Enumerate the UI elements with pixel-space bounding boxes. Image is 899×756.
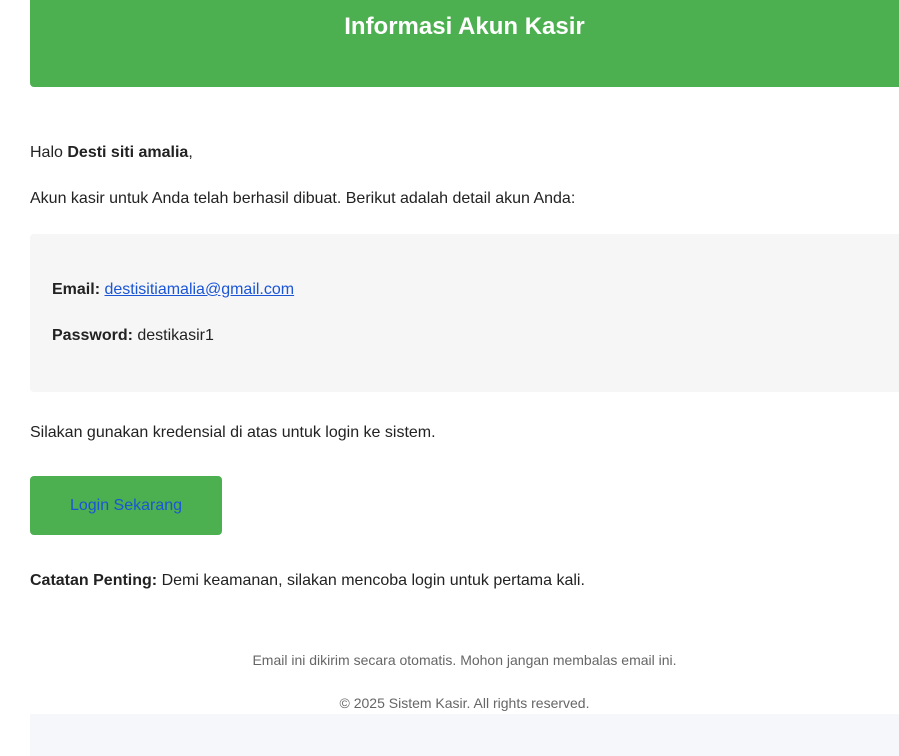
greeting: Halo Desti siti amalia, (30, 143, 193, 163)
greeting-suffix: , (188, 144, 193, 161)
email-page: Informasi Akun Kasir Halo Desti siti ama… (0, 0, 899, 756)
page-title: Informasi Akun Kasir (344, 13, 585, 40)
note-text: Demi keamanan, silakan mencoba login unt… (157, 572, 585, 589)
email-label: Email: (52, 281, 101, 298)
footer-copyright: © 2025 Sistem Kasir. All rights reserved… (339, 695, 590, 711)
footer-auto-message: Email ini dikirim secara otomatis. Mohon… (252, 652, 677, 668)
password-label: Password: (52, 327, 133, 344)
email-row: Email: destisitiamalia@gmail.com (52, 280, 294, 300)
email-link[interactable]: destisitiamalia@gmail.com (104, 281, 294, 298)
greeting-prefix: Halo (30, 144, 68, 161)
intro-text: Akun kasir untuk Anda telah berhasil dib… (30, 190, 576, 207)
password-row: Password: destikasir1 (52, 326, 214, 346)
footer-background (30, 714, 899, 756)
login-instruction: Silakan gunakan kredensial di atas untuk… (30, 424, 436, 441)
password-value: destikasir1 (137, 327, 214, 344)
note-label: Catatan Penting: (30, 572, 158, 589)
account-details-box: Email: destisitiamalia@gmail.com Passwor… (30, 234, 899, 392)
email-header: Informasi Akun Kasir (30, 0, 899, 87)
recipient-name: Desti siti amalia (67, 144, 189, 161)
important-note: Catatan Penting: Demi keamanan, silakan … (30, 571, 585, 591)
login-now-button[interactable]: Login Sekarang (30, 476, 222, 535)
